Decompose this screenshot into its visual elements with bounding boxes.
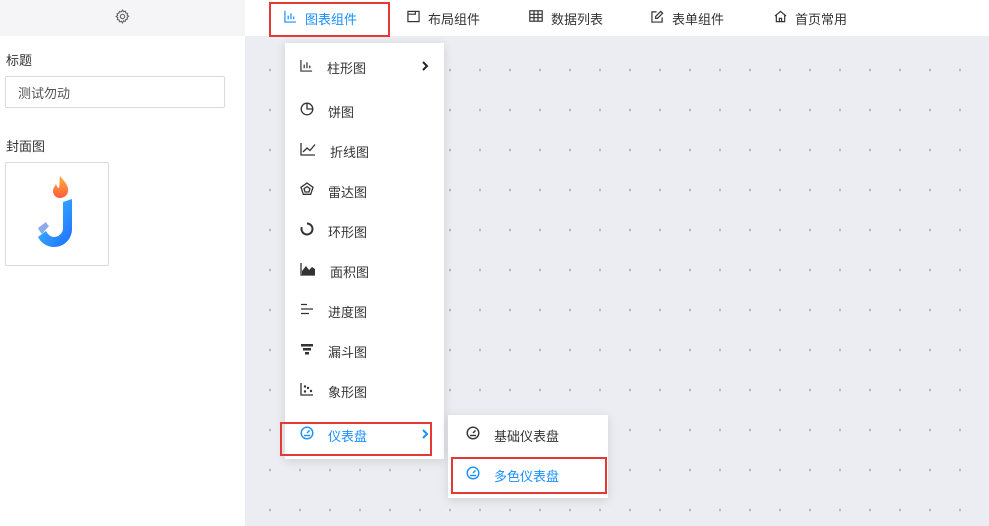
- line-chart-icon: [300, 142, 316, 160]
- menu-item-label: 柱形图: [327, 61, 367, 77]
- tab-home-common[interactable]: 首页常用: [774, 0, 847, 36]
- table-icon: [529, 10, 543, 26]
- tab-label: 布局组件: [428, 12, 481, 28]
- settings-bar: [0, 0, 245, 36]
- menu-item-label: 漏斗图: [328, 345, 368, 361]
- menu-item-label: 仪表盘: [328, 429, 368, 445]
- menu-item-label: 环形图: [328, 225, 368, 241]
- menu-item-ring-chart[interactable]: 环形图: [285, 211, 444, 251]
- gauge-icon: [466, 466, 480, 484]
- component-category-nav: 图表组件 布局组件 数据列表 表单组件 首页常用: [245, 0, 989, 36]
- menu-item-label: 饼图: [328, 105, 355, 121]
- submenu-item-multicolor-gauge[interactable]: 多色仪表盘: [448, 455, 608, 495]
- submenu-item-basic-gauge[interactable]: 基础仪表盘: [448, 415, 608, 455]
- cover-label: 封面图: [6, 140, 46, 155]
- gear-icon[interactable]: [115, 8, 130, 28]
- edit-form-icon: [651, 10, 664, 27]
- funnel-chart-icon: [300, 342, 314, 360]
- area-chart-icon: [300, 262, 316, 280]
- layout-icon: [407, 10, 420, 27]
- properties-panel: 标题 封面图: [0, 0, 245, 526]
- cover-image-upload[interactable]: [5, 162, 109, 266]
- menu-item-gauge[interactable]: 仪表盘: [285, 415, 444, 455]
- menu-item-bar-chart[interactable]: 柱形图: [285, 47, 444, 87]
- chevron-right-icon: [420, 59, 430, 77]
- menu-item-radar-chart[interactable]: 雷达图: [285, 171, 444, 211]
- gauge-icon: [466, 426, 480, 444]
- progress-chart-icon: [300, 302, 314, 320]
- tab-label: 首页常用: [795, 12, 848, 28]
- tab-data-list[interactable]: 数据列表: [529, 0, 603, 36]
- tab-label: 数据列表: [551, 12, 604, 28]
- home-icon: [774, 10, 787, 27]
- menu-item-label: 进度图: [328, 305, 368, 321]
- menu-item-progress-chart[interactable]: 进度图: [285, 291, 444, 331]
- tab-label: 表单组件: [672, 12, 725, 28]
- bar-chart-icon: [284, 10, 297, 27]
- title-input[interactable]: [5, 76, 225, 108]
- pictorial-chart-icon: [300, 382, 314, 400]
- bar-chart-icon: [300, 59, 313, 76]
- title-label: 标题: [6, 54, 33, 69]
- tab-chart-components[interactable]: 图表组件: [284, 0, 357, 36]
- menu-item-label: 雷达图: [328, 185, 368, 201]
- menu-item-label: 折线图: [330, 145, 370, 161]
- chart-components-menu: 柱形图 饼图 折线图 雷达图 环形图 面积图 进度图 漏斗图 象形图 仪表盘: [285, 43, 444, 459]
- ring-chart-icon: [300, 222, 314, 240]
- tab-form-components[interactable]: 表单组件: [651, 0, 724, 36]
- pie-chart-icon: [300, 102, 314, 120]
- submenu-item-label: 多色仪表盘: [494, 469, 560, 485]
- menu-item-pie-chart[interactable]: 饼图: [285, 91, 444, 131]
- menu-item-pictorial-chart[interactable]: 象形图: [285, 371, 444, 411]
- menu-item-line-chart[interactable]: 折线图: [285, 131, 444, 171]
- submenu-item-label: 基础仪表盘: [494, 429, 560, 445]
- radar-chart-icon: [300, 182, 314, 200]
- menu-item-label: 象形图: [328, 385, 368, 401]
- app-logo-icon: [27, 172, 87, 256]
- menu-item-funnel-chart[interactable]: 漏斗图: [285, 331, 444, 371]
- gauge-submenu: 基础仪表盘 多色仪表盘: [448, 415, 608, 498]
- chevron-right-icon: [420, 427, 430, 445]
- tab-layout-components[interactable]: 布局组件: [407, 0, 480, 36]
- menu-item-label: 面积图: [330, 265, 370, 281]
- gauge-icon: [300, 426, 314, 444]
- tab-label: 图表组件: [305, 12, 358, 28]
- menu-item-area-chart[interactable]: 面积图: [285, 251, 444, 291]
